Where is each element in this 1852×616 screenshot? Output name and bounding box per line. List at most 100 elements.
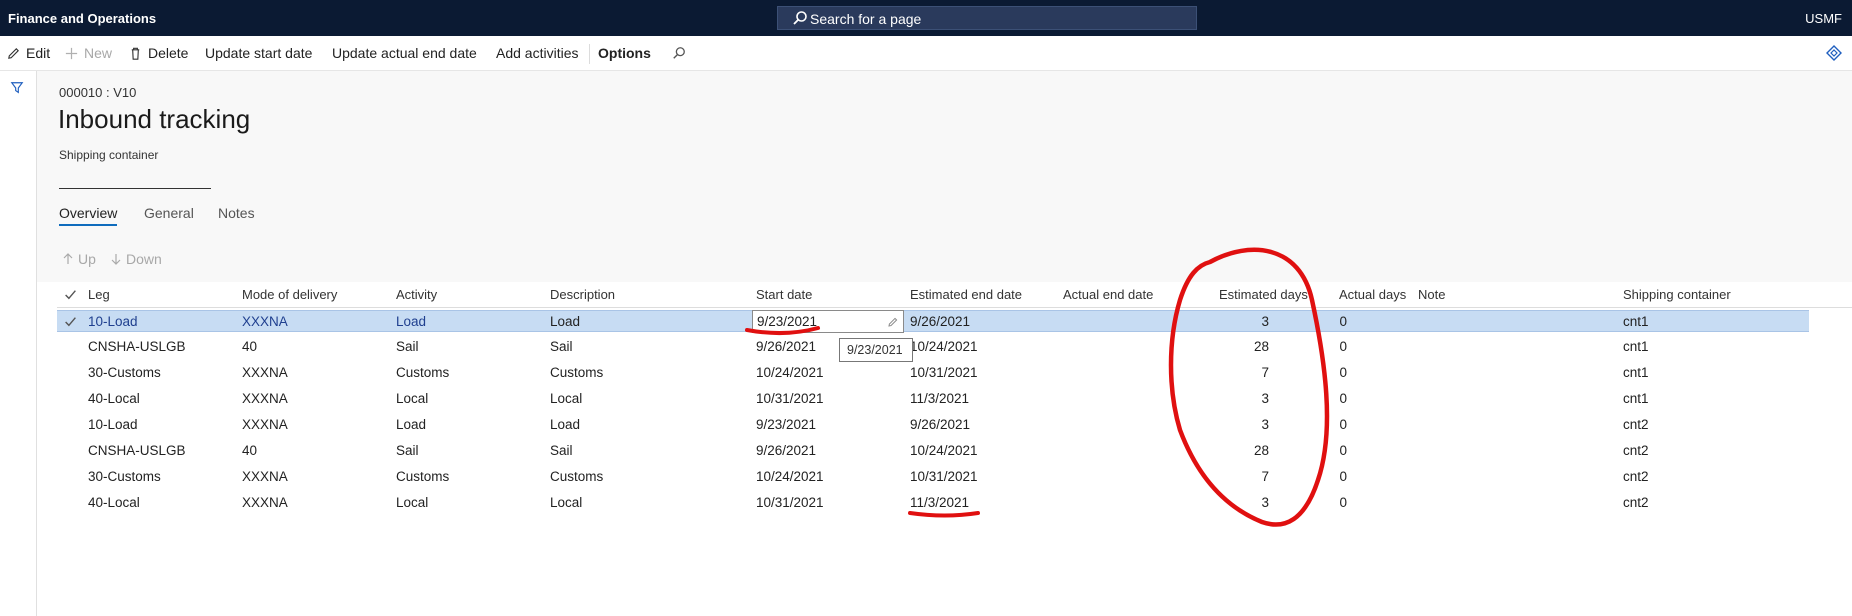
cell-activity[interactable]: Customs [396,365,449,380]
diamond-icon[interactable] [1826,45,1842,61]
cell-estimated-days[interactable]: 3 [1209,391,1269,406]
cell-mode-of-delivery[interactable]: XXXNA [242,495,288,510]
cell-start-date[interactable]: 10/24/2021 [756,365,824,380]
cell-description[interactable]: Customs [550,469,603,484]
cell-actual-days[interactable]: 0 [1287,339,1347,354]
cell-estimated-end-date[interactable]: 10/31/2021 [910,469,978,484]
table-row[interactable]: 30-Customs XXXNA Customs Customs 10/24/2021 1… [57,466,1809,488]
cell-activity[interactable]: Load [396,417,426,432]
cell-activity[interactable]: Local [396,391,428,406]
cell-estimated-end-date[interactable]: 10/31/2021 [910,365,978,380]
cell-shipping-container[interactable]: cnt1 [1623,339,1649,354]
cell-description[interactable]: Sail [550,339,573,354]
cell-leg[interactable]: 40-Local [88,495,140,510]
cell-estimated-days[interactable]: 3 [1209,417,1269,432]
cell-description[interactable]: Local [550,391,582,406]
cell-leg[interactable]: 30-Customs [88,365,161,380]
cell-estimated-end-date[interactable]: 9/26/2021 [910,314,970,329]
filter-icon[interactable] [10,81,24,95]
cell-mode-of-delivery[interactable]: XXXNA [242,391,288,406]
cell-estimated-end-date[interactable]: 10/24/2021 [910,339,978,354]
cell-shipping-container[interactable]: cnt2 [1623,469,1649,484]
cell-activity[interactable]: Sail [396,339,419,354]
row-check-icon[interactable] [64,315,77,328]
cell-shipping-container[interactable]: cnt1 [1623,391,1649,406]
col-start-date[interactable]: Start date [756,287,812,302]
cell-shipping-container[interactable]: cnt1 [1623,314,1649,329]
cell-estimated-days[interactable]: 3 [1209,314,1269,329]
cell-estimated-days[interactable]: 7 [1209,469,1269,484]
cell-activity[interactable]: Sail [396,443,419,458]
cell-start-date[interactable]: 10/31/2021 [756,391,824,406]
col-shipping-container[interactable]: Shipping container [1623,287,1731,302]
delete-button[interactable]: Delete [128,45,188,61]
cell-start-date[interactable]: 10/31/2021 [756,495,824,510]
cell-start-date[interactable]: 9/23/2021 [756,417,816,432]
edit-button[interactable]: Edit [6,45,50,61]
cell-mode-of-delivery[interactable]: XXXNA [242,365,288,380]
update-start-date-button[interactable]: Update start date [205,45,312,61]
start-date-editor[interactable]: 9/23/2021 [752,310,904,333]
cell-shipping-container[interactable]: cnt2 [1623,417,1649,432]
cell-activity[interactable]: Load [396,314,426,329]
cell-estimated-end-date[interactable]: 9/26/2021 [910,417,970,432]
cell-actual-days[interactable]: 0 [1287,365,1347,380]
table-row[interactable]: 10-Load XXXNA Load Load 9/26/2021 3 0 cnt1 [57,310,1809,332]
cell-leg[interactable]: 10-Load [88,417,138,432]
tab-overview[interactable]: Overview [59,205,118,226]
col-leg[interactable]: Leg [88,287,110,302]
cell-estimated-end-date[interactable]: 10/24/2021 [910,443,978,458]
cell-actual-days[interactable]: 0 [1287,443,1347,458]
col-description[interactable]: Description [550,287,615,302]
action-search-icon[interactable] [672,46,686,60]
update-actual-end-date-button[interactable]: Update actual end date [332,45,477,61]
col-mode-of-delivery[interactable]: Mode of delivery [242,287,337,302]
cell-leg[interactable]: 10-Load [88,314,138,329]
cell-shipping-container[interactable]: cnt2 [1623,443,1649,458]
up-button[interactable]: Up [62,251,96,267]
add-activities-button[interactable]: Add activities [496,45,578,61]
cell-description[interactable]: Load [550,314,580,329]
cell-actual-days[interactable]: 0 [1287,469,1347,484]
cell-description[interactable]: Local [550,495,582,510]
col-activity[interactable]: Activity [396,287,437,302]
cell-shipping-container[interactable]: cnt1 [1623,365,1649,380]
cell-activity[interactable]: Local [396,495,428,510]
cell-leg[interactable]: 40-Local [88,391,140,406]
cell-start-date[interactable]: 9/26/2021 [756,443,816,458]
col-actual-end-date[interactable]: Actual end date [1063,287,1153,302]
col-note[interactable]: Note [1418,287,1445,302]
cell-mode-of-delivery[interactable]: XXXNA [242,314,288,329]
select-all-check-icon[interactable] [64,288,77,301]
company-selector[interactable]: USMF [1805,11,1842,26]
col-estimated-end-date[interactable]: Estimated end date [910,287,1022,302]
cell-estimated-days[interactable]: 7 [1209,365,1269,380]
cell-leg[interactable]: CNSHA-USLGB [88,339,186,354]
cell-actual-days[interactable]: 0 [1287,417,1347,432]
cell-estimated-end-date[interactable]: 11/3/2021 [910,495,969,510]
table-row[interactable]: CNSHA-USLGB 40 Sail Sail 9/26/2021 10/24/2021… [57,440,1809,462]
cell-description[interactable]: Sail [550,443,573,458]
options-tab[interactable]: Options [598,45,651,61]
cell-leg[interactable]: CNSHA-USLGB [88,443,186,458]
col-estimated-days[interactable]: Estimated days [1219,287,1308,302]
cell-mode-of-delivery[interactable]: XXXNA [242,417,288,432]
cell-activity[interactable]: Customs [396,469,449,484]
col-actual-days[interactable]: Actual days [1339,287,1406,302]
cell-start-date[interactable]: 9/26/2021 [756,339,816,354]
cell-description[interactable]: Load [550,417,580,432]
cell-leg[interactable]: 30-Customs [88,469,161,484]
table-row[interactable]: CNSHA-USLGB 40 Sail Sail 9/26/2021 10/24/2021… [57,336,1809,358]
cell-mode-of-delivery[interactable]: XXXNA [242,469,288,484]
table-row[interactable]: 30-Customs XXXNA Customs Customs 10/24/2021 1… [57,362,1809,384]
table-row[interactable]: 10-Load XXXNA Load Load 9/23/2021 9/26/2021 3 0… [57,414,1809,436]
cell-actual-days[interactable]: 0 [1287,314,1347,329]
cell-actual-days[interactable]: 0 [1287,495,1347,510]
cell-actual-days[interactable]: 0 [1287,391,1347,406]
cell-estimated-days[interactable]: 28 [1209,443,1269,458]
tab-notes[interactable]: Notes [218,205,255,221]
cell-start-date[interactable]: 10/24/2021 [756,469,824,484]
cell-mode-of-delivery[interactable]: 40 [242,443,257,458]
table-row[interactable]: 40-Local XXXNA Local Local 10/31/2021 11/3/20… [57,388,1809,410]
cell-mode-of-delivery[interactable]: 40 [242,339,257,354]
